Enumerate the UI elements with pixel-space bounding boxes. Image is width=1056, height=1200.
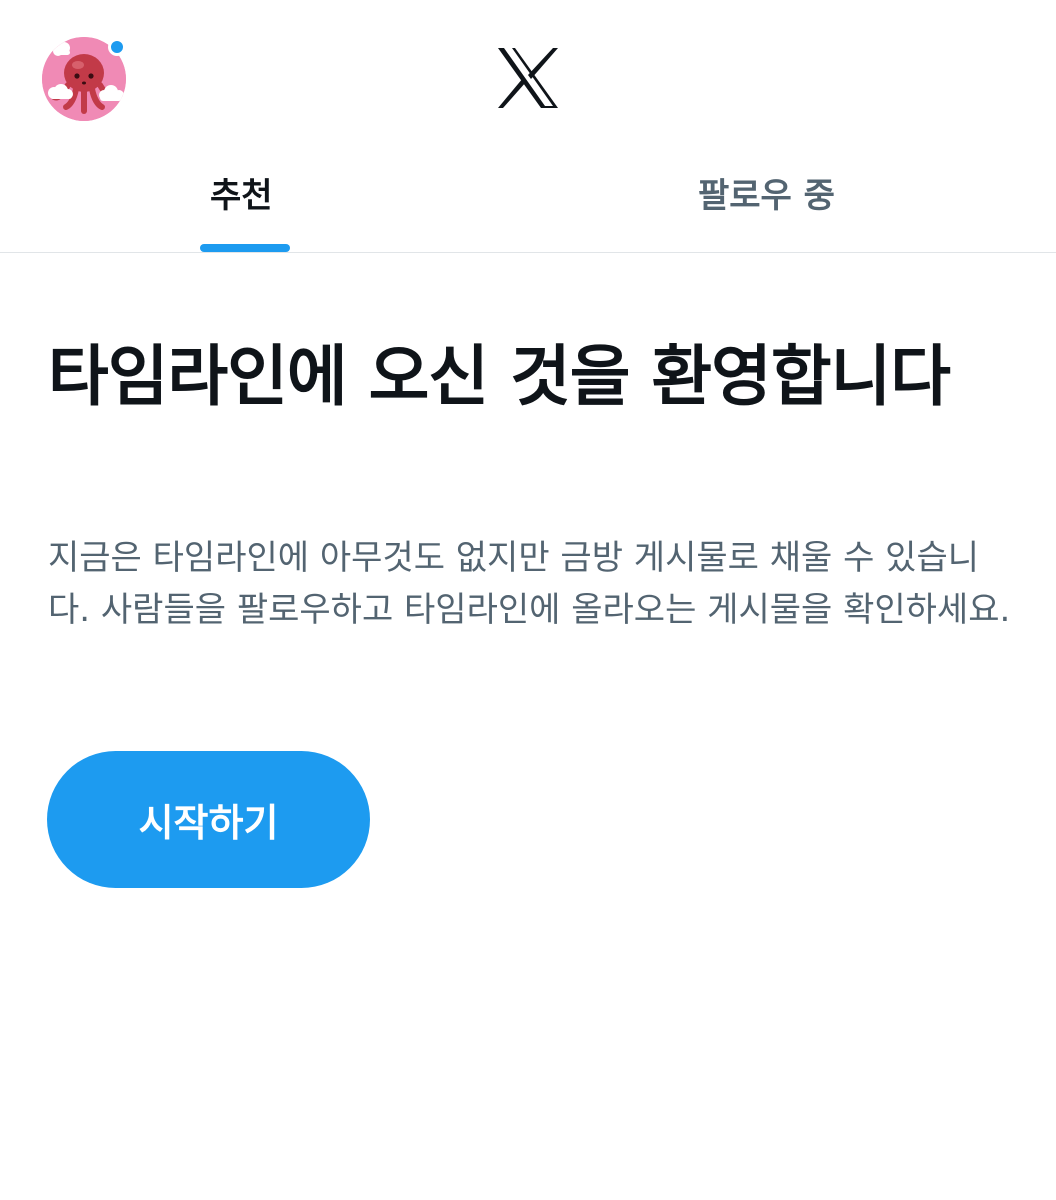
home-timeline-screen: 추천 팔로우 중 타임라인에 오신 것을 환영합니다 지금은 타임라인에 아무것… [0, 0, 1056, 1200]
tab-for-you-label: 추천 [210, 176, 273, 216]
tab-following[interactable]: 팔로우 중 [528, 160, 1056, 252]
start-button[interactable]: 시작하기 [47, 751, 370, 888]
notification-dot [108, 38, 126, 56]
top-bar [0, 0, 1056, 160]
welcome-headline: 타임라인에 오신 것을 환영합니다 [48, 338, 951, 415]
timeline-tabs: 추천 팔로우 중 [0, 160, 1056, 253]
tab-following-label: 팔로우 중 [698, 176, 835, 216]
welcome-description: 지금은 타임라인에 아무것도 없지만 금방 게시물로 채울 수 있습니다. 사람… [48, 538, 1011, 630]
tab-for-you[interactable]: 추천 [0, 160, 528, 252]
x-logo-icon[interactable] [495, 46, 561, 110]
active-tab-indicator [200, 244, 290, 252]
